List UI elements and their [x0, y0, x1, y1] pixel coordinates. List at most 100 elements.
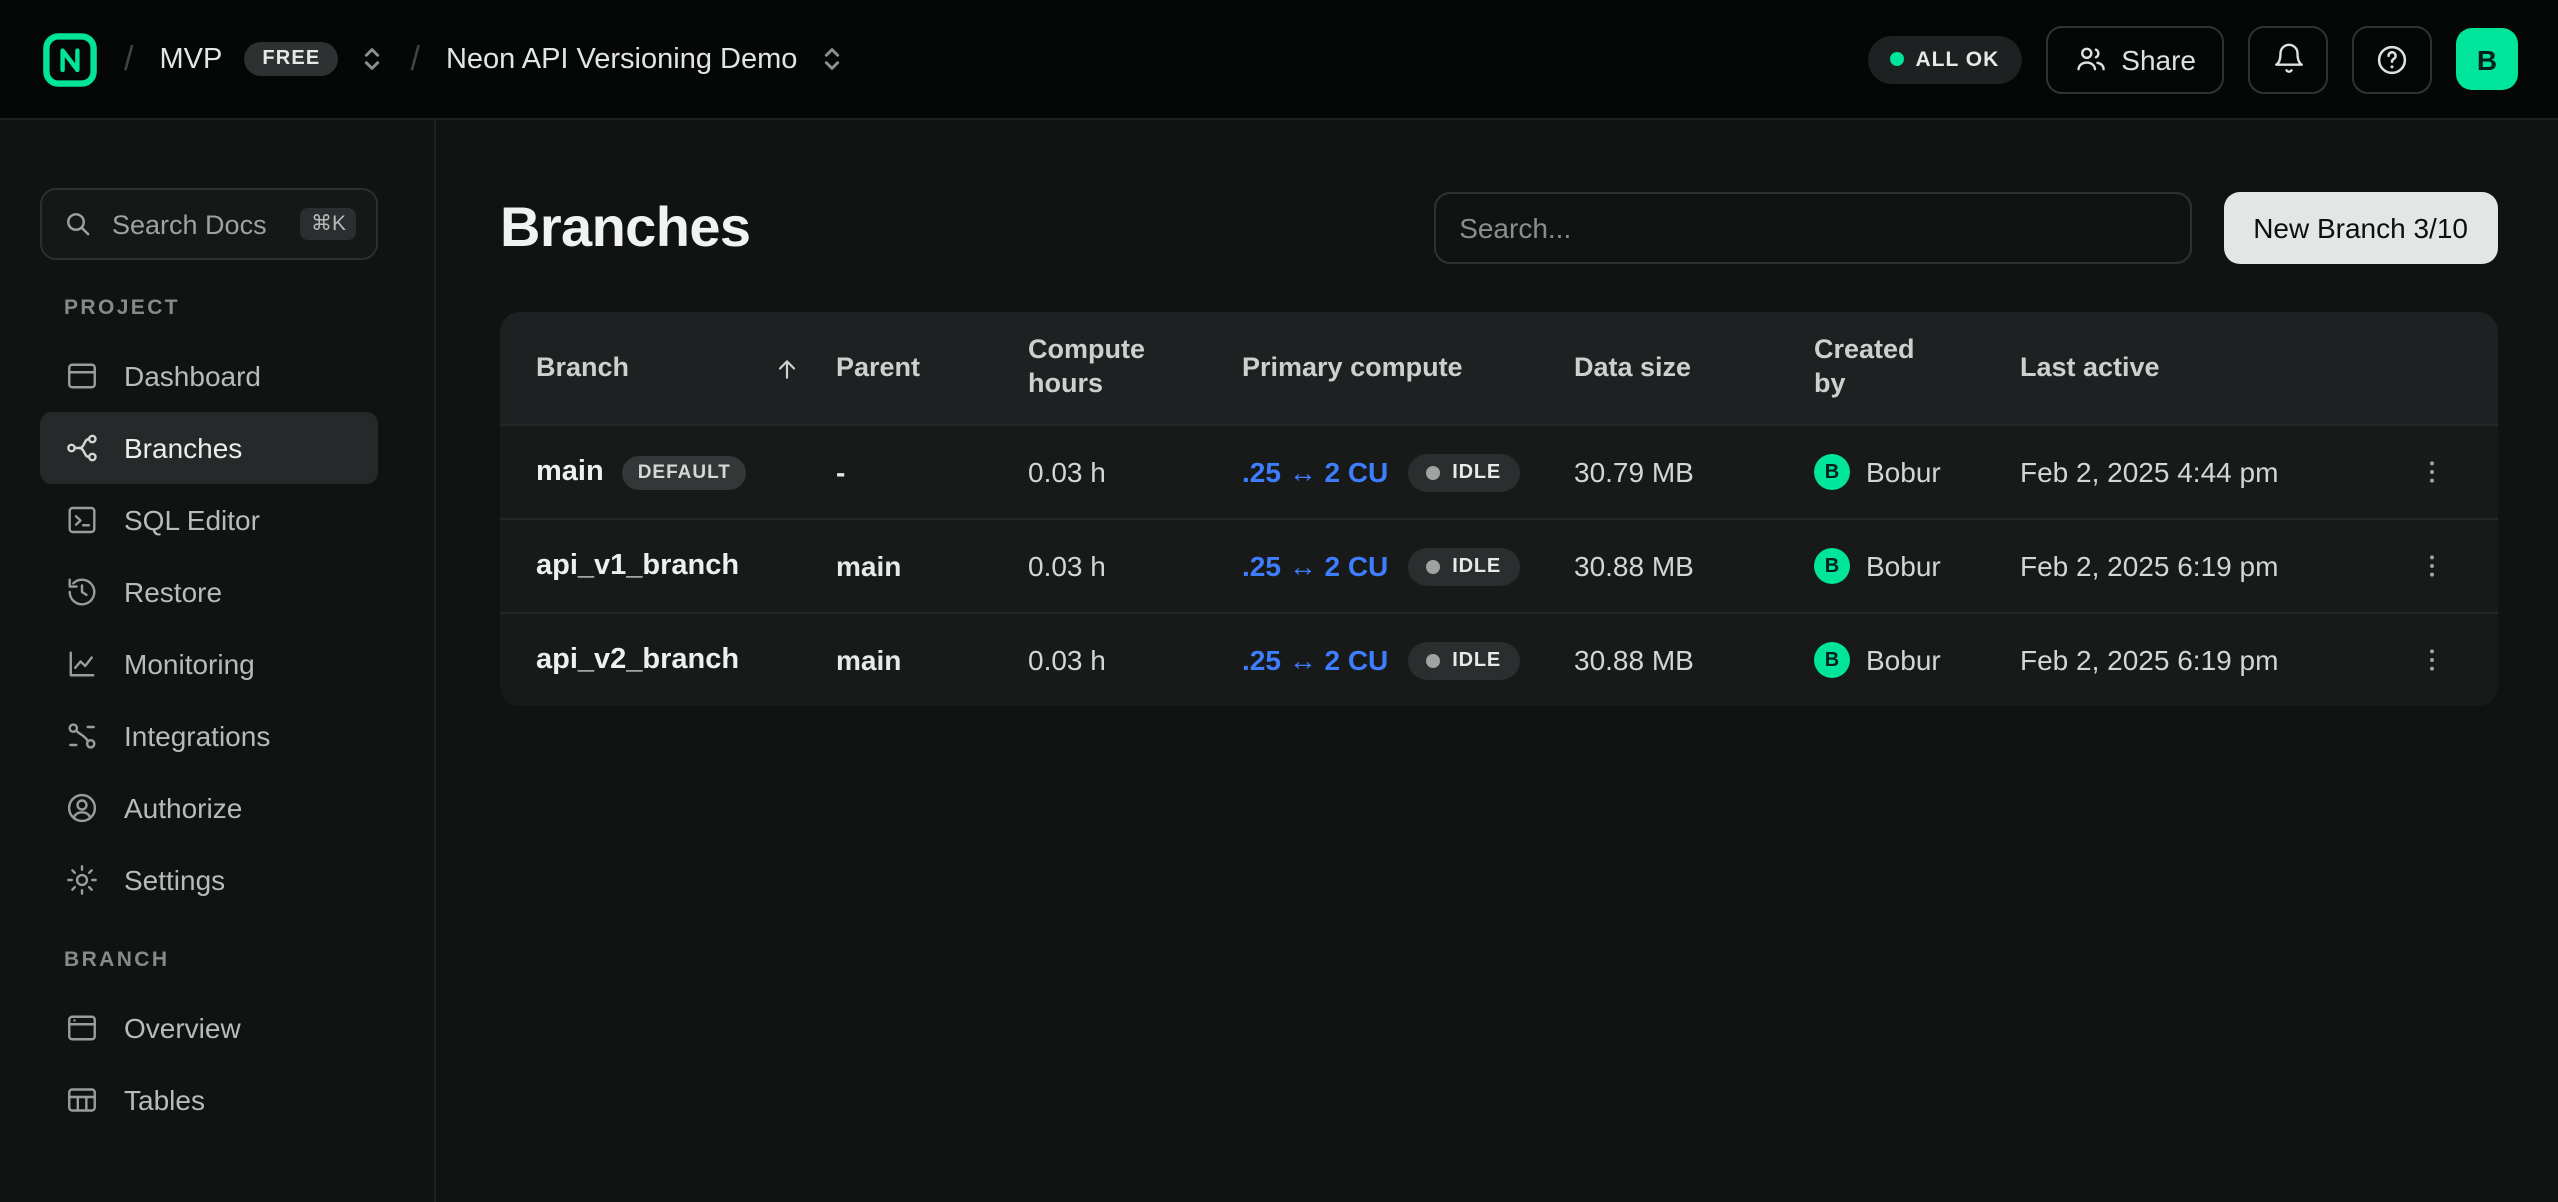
default-badge: DEFAULT — [622, 455, 747, 489]
topbar-actions: ALL OK Share — [1868, 25, 2519, 93]
table-grid-icon — [64, 1082, 100, 1118]
last-active: Feb 2, 2025 4:44 pm — [2020, 456, 2406, 488]
branch-name[interactable]: main — [536, 456, 604, 488]
sidebar-item-dashboard[interactable]: Dashboard — [40, 340, 378, 412]
branch-name[interactable]: api_v2_branch — [536, 644, 739, 676]
kebab-menu-icon — [2416, 456, 2448, 488]
row-actions-menu-button[interactable] — [2406, 540, 2458, 592]
sort-ascending-icon[interactable] — [774, 355, 800, 381]
column-header-parent[interactable]: Parent — [836, 351, 1028, 385]
sidebar-item-authorize[interactable]: Authorize — [40, 772, 378, 844]
column-header-compute-hours[interactable]: Compute hours — [1028, 334, 1242, 402]
sidebar-item-label: Settings — [124, 864, 225, 896]
sidebar-item-overview[interactable]: Overview — [40, 992, 378, 1064]
bell-icon — [2271, 42, 2305, 76]
top-bar: / MVP FREE / Neon API Versioning Demo AL… — [0, 0, 2558, 120]
table-row[interactable]: main DEFAULT - 0.03 h .25 ↔ 2 CU IDLE 30… — [500, 424, 2498, 518]
compute-hours: 0.03 h — [1028, 644, 1242, 676]
branches-table: Branch Parent Compute hours Primary comp… — [500, 312, 2498, 706]
table-row[interactable]: api_v1_branch main 0.03 h .25 ↔ 2 CU IDL… — [500, 518, 2498, 612]
sidebar-section-branch: BRANCH — [40, 948, 378, 972]
sidebar-section-project: PROJECT — [40, 296, 378, 320]
sidebar-item-label: Dashboard — [124, 360, 261, 392]
creator-avatar: B — [1814, 642, 1850, 678]
overview-window-icon — [64, 1010, 100, 1046]
keyboard-shortcut-badge: ⌘K — [301, 208, 356, 240]
idle-dot-icon — [1426, 465, 1440, 479]
user-avatar[interactable]: B — [2456, 28, 2518, 90]
share-button[interactable]: Share — [2045, 25, 2224, 93]
sidebar-item-branches[interactable]: Branches — [40, 412, 378, 484]
data-size: 30.88 MB — [1574, 550, 1814, 582]
users-icon — [2073, 42, 2107, 76]
parent-branch: main — [836, 644, 1028, 676]
sidebar-item-label: Integrations — [124, 720, 270, 752]
sidebar-item-label: Tables — [124, 1084, 205, 1116]
branch-name[interactable]: api_v1_branch — [536, 550, 739, 582]
sidebar-item-label: SQL Editor — [124, 504, 260, 536]
sidebar-item-monitoring[interactable]: Monitoring — [40, 628, 378, 700]
primary-compute-link[interactable]: .25 ↔ 2 CU — [1242, 644, 1388, 676]
breadcrumb-separator: / — [120, 39, 137, 79]
sidebar-item-sql-editor[interactable]: SQL Editor — [40, 484, 378, 556]
status-badge-label: ALL OK — [1916, 47, 2000, 71]
compute-state-badge: IDLE — [1408, 641, 1519, 679]
compute-state-badge: IDLE — [1408, 453, 1519, 491]
gear-icon — [64, 862, 100, 898]
monitoring-chart-icon — [64, 646, 100, 682]
search-docs-label: Search Docs — [112, 209, 283, 239]
sidebar-item-label: Overview — [124, 1012, 241, 1044]
restore-history-icon — [64, 574, 100, 610]
column-header-primary-compute[interactable]: Primary compute — [1242, 351, 1574, 385]
column-header-last-active[interactable]: Last active — [2020, 351, 2406, 385]
breadcrumb-project[interactable]: MVP — [159, 43, 222, 75]
last-active: Feb 2, 2025 6:19 pm — [2020, 550, 2406, 582]
breadcrumb-page[interactable]: Neon API Versioning Demo — [446, 43, 797, 75]
share-button-label: Share — [2121, 43, 2196, 75]
user-circle-icon — [64, 790, 100, 826]
branches-search-input[interactable] — [1433, 192, 2191, 264]
breadcrumb-separator: / — [406, 39, 423, 79]
help-button[interactable] — [2352, 25, 2432, 93]
compute-state-badge: IDLE — [1408, 547, 1519, 585]
creator-avatar: B — [1814, 454, 1850, 490]
sidebar-item-integrations[interactable]: Integrations — [40, 700, 378, 772]
kebab-menu-icon — [2416, 644, 2448, 676]
sidebar-item-settings[interactable]: Settings — [40, 844, 378, 916]
creator-avatar: B — [1814, 548, 1850, 584]
primary-compute-link[interactable]: .25 ↔ 2 CU — [1242, 550, 1388, 582]
table-row[interactable]: api_v2_branch main 0.03 h .25 ↔ 2 CU IDL… — [500, 612, 2498, 706]
project-selector-chevrons-icon[interactable] — [360, 44, 384, 74]
notifications-button[interactable] — [2248, 25, 2328, 93]
search-icon — [62, 208, 94, 240]
page-title: Branches — [500, 196, 750, 260]
sidebar-item-restore[interactable]: Restore — [40, 556, 378, 628]
creator-name: Bobur — [1866, 550, 1941, 582]
primary-compute-link[interactable]: .25 ↔ 2 CU — [1242, 456, 1388, 488]
sidebar-item-label: Authorize — [124, 792, 242, 824]
status-dot-icon — [1890, 52, 1904, 66]
integrations-icon — [64, 718, 100, 754]
parent-branch: - — [836, 456, 1028, 488]
column-header-data-size[interactable]: Data size — [1574, 351, 1814, 385]
sidebar-item-tables[interactable]: Tables — [40, 1064, 378, 1136]
sidebar-item-label: Branches — [124, 432, 242, 464]
app-window: / MVP FREE / Neon API Versioning Demo AL… — [0, 0, 2558, 1202]
column-header-branch[interactable]: Branch — [536, 351, 836, 385]
row-actions-menu-button[interactable] — [2406, 446, 2458, 498]
search-docs-button[interactable]: Search Docs ⌘K — [40, 188, 378, 260]
branch-selector-chevrons-icon[interactable] — [819, 44, 843, 74]
row-actions-menu-button[interactable] — [2406, 634, 2458, 686]
status-badge[interactable]: ALL OK — [1868, 35, 2022, 83]
parent-branch: main — [836, 550, 1028, 582]
git-branch-icon — [64, 430, 100, 466]
column-header-created-by[interactable]: Created by — [1814, 334, 2020, 402]
idle-dot-icon — [1426, 653, 1440, 667]
dashboard-icon — [64, 358, 100, 394]
new-branch-button[interactable]: New Branch 3/10 — [2223, 192, 2498, 264]
help-circle-icon — [2374, 41, 2410, 77]
idle-dot-icon — [1426, 559, 1440, 573]
table-header-row: Branch Parent Compute hours Primary comp… — [500, 312, 2498, 424]
kebab-menu-icon — [2416, 550, 2448, 582]
neon-logo[interactable] — [40, 30, 98, 88]
